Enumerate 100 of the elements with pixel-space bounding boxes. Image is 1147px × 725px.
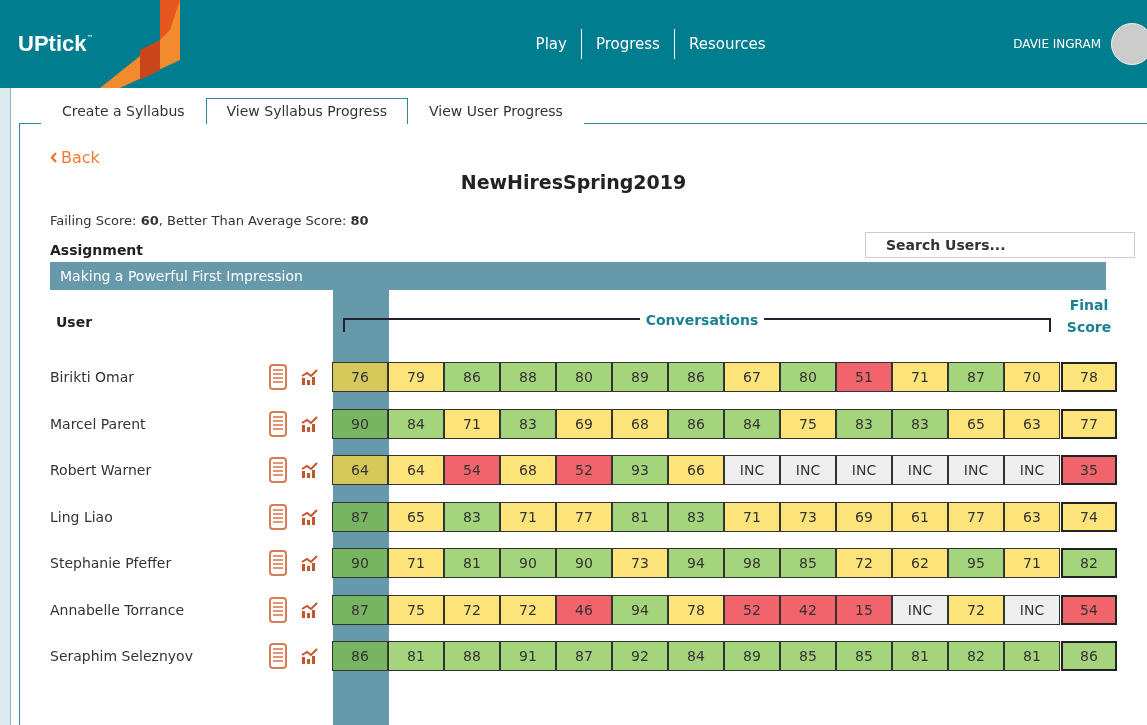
score-cell: 71 [1004, 548, 1060, 579]
score-cell: 83 [892, 408, 948, 439]
score-cell: 90 [556, 548, 612, 579]
page-title: NewHiresSpring2019 [459, 171, 688, 193]
user-name-cell: Robert Warner [50, 462, 152, 479]
score-cell: 98 [724, 548, 780, 579]
score-cell: 85 [780, 641, 836, 672]
score-cell: 71 [892, 362, 948, 393]
user-name-cell: Annabelle Torrance [50, 601, 184, 618]
score-cell: 91 [500, 641, 556, 672]
bar-chart-icon[interactable] [301, 462, 319, 479]
score-cell: 87 [556, 641, 612, 672]
score-cell: 71 [388, 548, 444, 579]
nav-link[interactable]: Play [521, 29, 581, 59]
document-icon[interactable] [269, 503, 287, 530]
user-name-cell: Ling Liao [50, 508, 113, 525]
bar-chart-icon[interactable] [301, 555, 319, 572]
score-cell: 86 [668, 408, 724, 439]
user-name-cell: Birikti Omar [50, 369, 135, 386]
score-cell: 94 [612, 594, 668, 625]
score-cell: INC [892, 455, 948, 486]
score-cell: 88 [444, 641, 500, 672]
score-cell: 73 [780, 501, 836, 532]
chevron-left-icon [50, 152, 57, 163]
score-cell: INC [780, 455, 836, 486]
score-cell: 68 [612, 408, 668, 439]
score-cell: 87 [948, 362, 1004, 393]
score-cell: 89 [612, 362, 668, 393]
score-cell: 76 [332, 362, 388, 393]
score-cell: 87 [332, 594, 388, 625]
search-field[interactable]: Search Users... [865, 232, 1135, 258]
avatar[interactable] [1111, 23, 1147, 65]
score-cell: 71 [724, 501, 780, 532]
user-name[interactable]: DAVIE INGRAM [1013, 37, 1101, 51]
score-cell: 82 [948, 641, 1004, 672]
score-cell: 90 [332, 408, 388, 439]
final-score-cell: 86 [1061, 641, 1117, 672]
score-cell: 81 [892, 641, 948, 672]
bar-chart-icon[interactable] [301, 601, 319, 618]
score-cell: 72 [444, 594, 500, 625]
nav-link[interactable]: Progress [581, 29, 674, 59]
score-cell: 92 [612, 641, 668, 672]
score-cell: 15 [836, 594, 892, 625]
final-score-cell: 77 [1061, 408, 1117, 439]
score-cell: 64 [388, 455, 444, 486]
back-link[interactable]: Back [50, 148, 100, 167]
score-cell: 80 [780, 362, 836, 393]
score-cell: 72 [500, 594, 556, 625]
score-info: Failing Score: 60, Better Than Average Score: 80 [50, 213, 370, 228]
tab[interactable]: View Syllabus Progress [205, 98, 409, 124]
column-header: User [55, 313, 94, 332]
score-cell: 70 [1004, 362, 1060, 393]
assignment-bar: Making a Powerful First Impression [50, 262, 1106, 290]
logo-icon [100, 0, 180, 88]
group-header: Conversations [639, 312, 765, 328]
score-cell: 46 [556, 594, 612, 625]
score-cell: INC [948, 455, 1004, 486]
document-icon[interactable] [269, 410, 287, 437]
score-cell: 52 [556, 455, 612, 486]
score-cell: 81 [444, 548, 500, 579]
score-cell: 67 [724, 362, 780, 393]
score-cell: 51 [836, 362, 892, 393]
score-cell: 85 [780, 548, 836, 579]
score-cell: 52 [724, 594, 780, 625]
document-icon[interactable] [269, 596, 287, 623]
score-cell: 71 [444, 408, 500, 439]
score-cell: INC [1004, 455, 1060, 486]
user-name-cell: Seraphim Seleznyov [50, 648, 193, 665]
score-cell: 83 [444, 501, 500, 532]
document-icon[interactable] [269, 643, 287, 670]
score-cell: 73 [612, 548, 668, 579]
final-score-cell: 82 [1061, 548, 1117, 579]
score-cell: 68 [500, 455, 556, 486]
score-cell: 88 [500, 362, 556, 393]
score-cell: 75 [388, 594, 444, 625]
bar-chart-icon[interactable] [301, 415, 319, 432]
final-score-cell: 74 [1061, 501, 1117, 532]
document-icon[interactable] [269, 550, 287, 577]
score-cell: 84 [724, 408, 780, 439]
score-cell: INC [836, 455, 892, 486]
nav-link[interactable]: Resources [674, 29, 780, 59]
bar-chart-icon[interactable] [301, 508, 319, 525]
logo-text: UPtick [18, 31, 87, 57]
score-cell: 65 [948, 408, 1004, 439]
score-cell: 63 [1004, 501, 1060, 532]
score-cell: INC [892, 594, 948, 625]
document-icon[interactable] [269, 457, 287, 484]
score-cell: 90 [500, 548, 556, 579]
score-cell: 66 [668, 455, 724, 486]
score-cell: 72 [948, 594, 1004, 625]
score-cell: 42 [780, 594, 836, 625]
bar-chart-icon[interactable] [301, 369, 319, 386]
score-cell: INC [724, 455, 780, 486]
final-score-cell: 78 [1061, 362, 1117, 393]
score-cell: 84 [388, 408, 444, 439]
score-cell: 87 [332, 501, 388, 532]
document-icon[interactable] [269, 364, 287, 391]
assignment-label: Assignment [50, 242, 144, 258]
score-cell: 81 [1004, 641, 1060, 672]
bar-chart-icon[interactable] [301, 648, 319, 665]
